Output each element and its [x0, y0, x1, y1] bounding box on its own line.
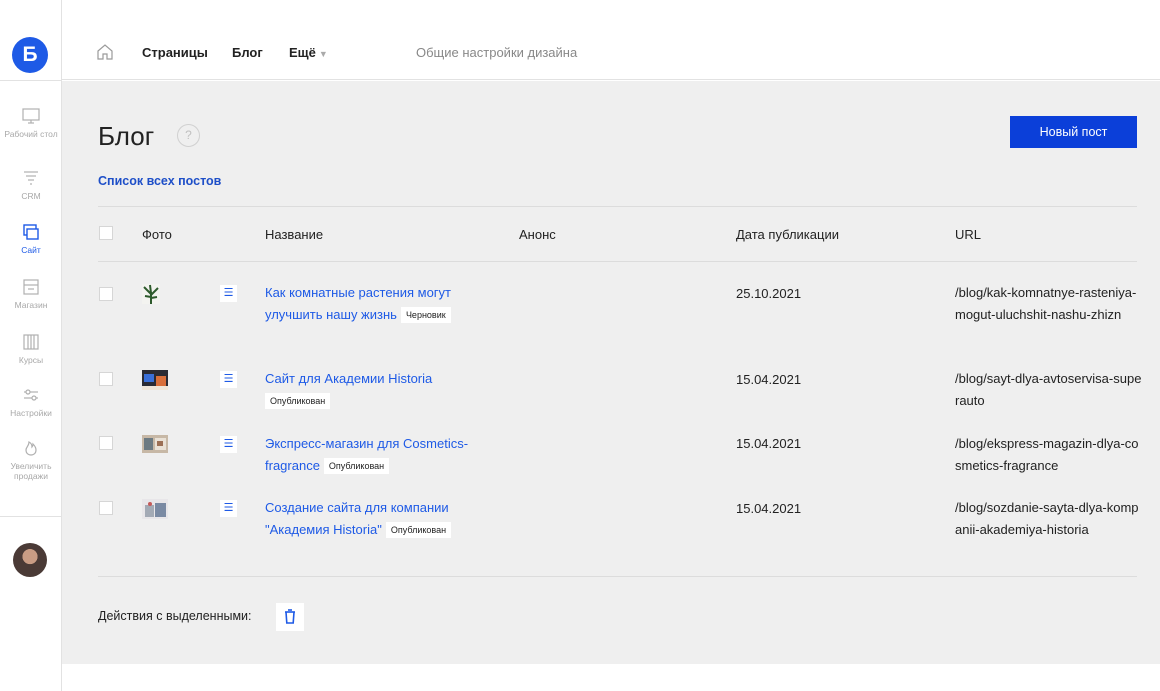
post-title-link[interactable]: Экспресс-магазин для Cosmetics-fragrance… [265, 433, 500, 477]
list-icon[interactable]: ☰ [220, 436, 237, 453]
new-post-button[interactable]: Новый пост [1010, 116, 1137, 148]
post-url: /blog/sozdanie-sayta-dlya-kompanii-akade… [955, 500, 1139, 537]
status-badge: Опубликован [265, 393, 331, 409]
post-url: /blog/sayt-dlya-avtoservisa-superauto [955, 371, 1142, 408]
sidebar-item-site[interactable]: Сайт [0, 222, 62, 255]
nav-pages[interactable]: Страницы [142, 45, 208, 60]
list-icon[interactable]: ☰ [220, 500, 237, 517]
pages-icon [23, 224, 39, 240]
sidebar-item-label: Увеличить продажи [10, 461, 52, 481]
sidebar-item-courses[interactable]: Курсы [0, 332, 62, 365]
sidebar-divider [0, 516, 62, 517]
post-title-link[interactable]: Как комнатные растения могут улучшить на… [265, 282, 500, 326]
bulk-actions-label: Действия с выделенными: [98, 609, 252, 623]
page-title: Блог [98, 121, 155, 151]
select-all-checkbox[interactable] [99, 226, 113, 240]
help-icon[interactable]: ? [177, 124, 200, 147]
post-thumbnail[interactable] [142, 284, 160, 304]
row-checkbox[interactable] [99, 501, 113, 515]
books-icon [23, 334, 39, 350]
post-thumbnail[interactable] [142, 435, 168, 453]
sidebar-item-settings[interactable]: Настройки [0, 385, 62, 418]
sidebar-divider [0, 80, 62, 81]
home-icon[interactable] [95, 42, 115, 62]
post-title-link[interactable]: Создание сайта для компании "Академия Hi… [265, 497, 500, 541]
post-date: 15.04.2021 [736, 436, 802, 451]
column-header-url: URL [955, 227, 982, 242]
flame-icon [25, 441, 37, 456]
nav-blog[interactable]: Блог [232, 45, 263, 60]
column-header-photo: Фото [142, 227, 172, 242]
store-icon [23, 279, 39, 295]
nav-more-label: Ещё [289, 45, 316, 60]
post-date: 15.04.2021 [736, 372, 802, 387]
top-navigation: Страницы Блог Ещё ▼ Общие настройки дизай… [62, 0, 1160, 80]
sidebar-item-increase-sales[interactable]: Увеличить продажи [0, 438, 62, 481]
column-header-name[interactable]: Название [265, 227, 323, 242]
list-icon[interactable]: ☰ [220, 285, 237, 302]
nav-more[interactable]: Ещё ▼ [289, 45, 328, 60]
sliders-icon [24, 389, 38, 401]
row-checkbox[interactable] [99, 436, 113, 450]
row-checkbox[interactable] [99, 372, 113, 386]
chevron-down-icon: ▼ [318, 49, 328, 59]
main-content: Блог ? Новый пост Список всех постов Фот… [62, 81, 1160, 664]
status-badge: Опубликован [385, 522, 452, 538]
divider [98, 206, 1137, 207]
post-title: Сайт для Академии Historia [265, 371, 433, 386]
funnel-icon [24, 171, 38, 185]
trash-icon [285, 609, 295, 624]
avatar[interactable] [13, 543, 47, 577]
column-header-date[interactable]: Дата публикации [736, 227, 839, 242]
post-title-link[interactable]: Сайт для Академии Historia Опубликован [265, 368, 500, 412]
sidebar-item-label: Курсы [18, 355, 44, 365]
design-settings-link[interactable]: Общие настройки дизайна [416, 45, 577, 60]
post-url: /blog/ekspress-magazin-dlya-cosmetics-fr… [955, 436, 1139, 473]
post-url: /blog/kak-komnatnye-rasteniya-mogut-uluc… [955, 285, 1137, 322]
sidebar-item-label: Рабочий стол [4, 129, 58, 139]
logo[interactable]: Б [12, 37, 48, 73]
sidebar-item-desktop[interactable]: Рабочий стол [0, 106, 62, 139]
post-thumbnail[interactable] [142, 370, 168, 390]
sidebar-item-label: Сайт [21, 245, 41, 255]
status-badge: Черновик [400, 307, 451, 323]
row-checkbox[interactable] [99, 287, 113, 301]
column-header-announce: Анонс [519, 227, 556, 242]
post-date: 15.04.2021 [736, 501, 802, 516]
sidebar-item-crm[interactable]: CRM [0, 168, 62, 201]
delete-button[interactable] [276, 603, 304, 631]
divider [98, 261, 1137, 262]
left-sidebar: Б Рабочий стол CRM Сайт Магазин Курсы На… [0, 0, 62, 691]
sidebar-item-store[interactable]: Магазин [0, 277, 62, 310]
sidebar-item-label: CRM [21, 191, 41, 201]
status-badge: Опубликован [323, 458, 390, 474]
divider [98, 576, 1137, 577]
all-posts-link[interactable]: Список всех постов [98, 174, 221, 188]
post-thumbnail[interactable] [142, 499, 168, 519]
sidebar-item-label: Магазин [14, 300, 48, 310]
post-date: 25.10.2021 [736, 286, 802, 301]
monitor-icon [22, 108, 40, 124]
sidebar-item-label: Настройки [10, 408, 52, 418]
list-icon[interactable]: ☰ [220, 371, 237, 388]
